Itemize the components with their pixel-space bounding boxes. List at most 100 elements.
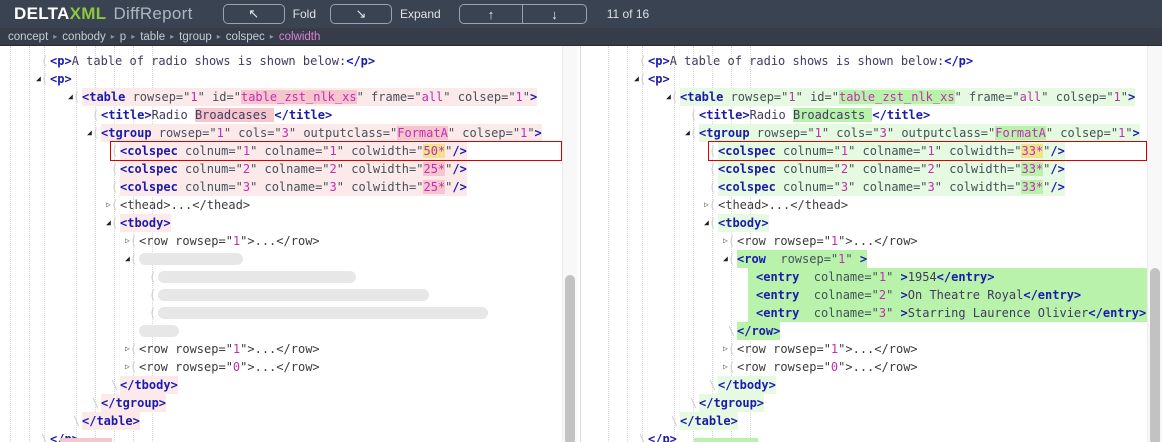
expand-button[interactable]: ↘ bbox=[330, 4, 392, 24]
code-segment: </row> bbox=[276, 342, 319, 356]
fold-region-mark: ( bbox=[130, 358, 137, 376]
code-segment: <entry bbox=[756, 288, 799, 302]
code-segment: "> bbox=[838, 342, 852, 356]
previous-diff-button[interactable]: ↑ bbox=[460, 5, 524, 23]
code-line: \</tbody> bbox=[582, 376, 1162, 394]
scrollbar[interactable] bbox=[562, 46, 578, 442]
diff-nav-buttons: ↑ ↓ bbox=[459, 4, 587, 24]
fold-region-mark: ( bbox=[690, 106, 697, 124]
code-text: <entry colname="2" >On Theatre Royal</en… bbox=[756, 286, 1081, 304]
code-line: ▷(<thead>...</thead> bbox=[0, 196, 580, 214]
code-segment: </title> bbox=[872, 108, 930, 122]
code-segment: </table> bbox=[82, 414, 140, 428]
fold-button[interactable]: ↖ bbox=[223, 4, 285, 24]
code-segment: ... bbox=[171, 198, 193, 212]
code-segment: 1 bbox=[841, 144, 848, 158]
code-text: <colspec colnum="2" colname="2" colwidth… bbox=[718, 160, 1065, 178]
code-segment: 33* bbox=[1021, 180, 1043, 194]
code-segment: </tbody> bbox=[120, 378, 178, 392]
fold-region-mark: ( bbox=[149, 286, 156, 304]
code-line: ( bbox=[0, 286, 580, 304]
code-segment: " outputclass=" bbox=[887, 126, 995, 140]
fold-region-mark: ( bbox=[728, 250, 735, 268]
code-segment: " frame=" bbox=[357, 90, 422, 104]
breadcrumb-separator-icon: ▸ bbox=[131, 32, 135, 41]
code-segment: /> bbox=[452, 180, 466, 194]
code-segment: </row> bbox=[276, 234, 319, 248]
code-segment: 25* bbox=[423, 162, 445, 176]
fold-region-mark: ( bbox=[709, 160, 716, 178]
code-line: ◢(<tgroup rowsep="1" cols="3" outputclas… bbox=[582, 124, 1162, 142]
code-segment: 1 bbox=[190, 90, 197, 104]
code-segment: " colwidth=" bbox=[935, 180, 1022, 194]
code-line: ▷(<row rowsep="1">...</row> bbox=[582, 340, 1162, 358]
code-text: <tgroup rowsep="1" cols="3" outputclass=… bbox=[699, 124, 1140, 142]
code-segment: <tbody> bbox=[718, 216, 769, 230]
code-segment: " colwidth=" bbox=[337, 162, 424, 176]
code-segment: > bbox=[1128, 90, 1135, 104]
code-text: <tgroup rowsep="1" cols="3" outputclass=… bbox=[101, 124, 542, 142]
code-segment: > bbox=[1133, 126, 1140, 140]
code-segment: </p> bbox=[944, 54, 973, 68]
code-segment: 1 bbox=[516, 90, 523, 104]
code-segment: <p> bbox=[648, 72, 670, 86]
code-segment: /> bbox=[1050, 144, 1064, 158]
code-segment: </row> bbox=[874, 360, 917, 374]
code-segment: Broadcases bbox=[195, 108, 274, 122]
breadcrumb-item[interactable]: concept bbox=[8, 31, 48, 43]
code-line bbox=[0, 438, 580, 442]
code-segment: A table of radio shows is shown below: bbox=[670, 54, 945, 68]
breadcrumb-current[interactable]: colwidth bbox=[279, 31, 321, 43]
code-text: <thead>...</thead> bbox=[120, 196, 250, 214]
code-segment: colnum=" bbox=[178, 162, 243, 176]
code-segment: /> bbox=[1050, 162, 1064, 176]
code-line: ▷(<row rowsep="1">...</row> bbox=[0, 232, 580, 250]
fold-region-mark: ( bbox=[728, 340, 735, 358]
code-line: (<entry colname="3" >Starring Laurence O… bbox=[582, 304, 1162, 322]
code-segment: " bbox=[523, 90, 530, 104]
code-segment: " colwidth=" bbox=[337, 180, 424, 194]
code-segment: On Theatre Royal bbox=[908, 288, 1024, 302]
breadcrumb-item[interactable]: conbody bbox=[62, 31, 105, 43]
code-segment: <row rowsep=" bbox=[139, 234, 233, 248]
fold-region-mark: \ bbox=[671, 412, 678, 430]
scrollbar[interactable] bbox=[1147, 46, 1162, 442]
code-segment: " colname=" bbox=[250, 180, 329, 194]
fold-region-mark: ( bbox=[92, 124, 99, 142]
fold-region-mark: ( bbox=[709, 214, 716, 232]
code-segment: " bbox=[886, 288, 900, 302]
breadcrumb-item[interactable]: colspec bbox=[226, 31, 265, 43]
code-text: <p> bbox=[50, 70, 72, 88]
code-segment: <title> bbox=[101, 108, 152, 122]
code-text: <p>A table of radio shows is shown below… bbox=[50, 52, 375, 70]
code-segment: colnum=" bbox=[776, 180, 841, 194]
code-line: \</tgroup> bbox=[0, 394, 580, 412]
code-segment: " colname=" bbox=[848, 162, 927, 176]
code-segment: all bbox=[1020, 90, 1042, 104]
code-segment: ... bbox=[853, 360, 875, 374]
breadcrumb-item[interactable]: tgroup bbox=[179, 31, 212, 43]
code-text: <title>Radio Broadcasts </title> bbox=[699, 106, 930, 124]
code-segment: " colname=" bbox=[250, 144, 329, 158]
code-segment: </table> bbox=[680, 414, 738, 428]
logo-product: DiffReport bbox=[113, 4, 192, 23]
breadcrumb-item[interactable]: p bbox=[120, 31, 126, 43]
code-text: </tgroup> bbox=[101, 394, 166, 412]
code-segment: 3 bbox=[880, 126, 887, 140]
code-segment: </title> bbox=[274, 108, 332, 122]
code-segment: 3 bbox=[879, 306, 886, 320]
code-segment: colnum=" bbox=[178, 144, 243, 158]
scrollbar-thumb[interactable] bbox=[565, 275, 575, 442]
code-segment: " colname=" bbox=[848, 180, 927, 194]
next-diff-button[interactable]: ↓ bbox=[523, 5, 586, 23]
code-segment: <p> bbox=[50, 54, 72, 68]
fold-region-mark: ( bbox=[639, 70, 646, 88]
breadcrumb-item[interactable]: table bbox=[140, 31, 165, 43]
code-segment: </p> bbox=[346, 54, 375, 68]
logo-delta: DELTA bbox=[14, 4, 70, 23]
code-line: \</table> bbox=[0, 412, 580, 430]
code-segment: <row rowsep=" bbox=[139, 342, 233, 356]
code-segment: <thead> bbox=[718, 198, 769, 212]
code-line: ◢(<table rowsep="1" id="table_zst_nlk_xs… bbox=[0, 88, 580, 106]
scrollbar-thumb[interactable] bbox=[1150, 268, 1160, 442]
